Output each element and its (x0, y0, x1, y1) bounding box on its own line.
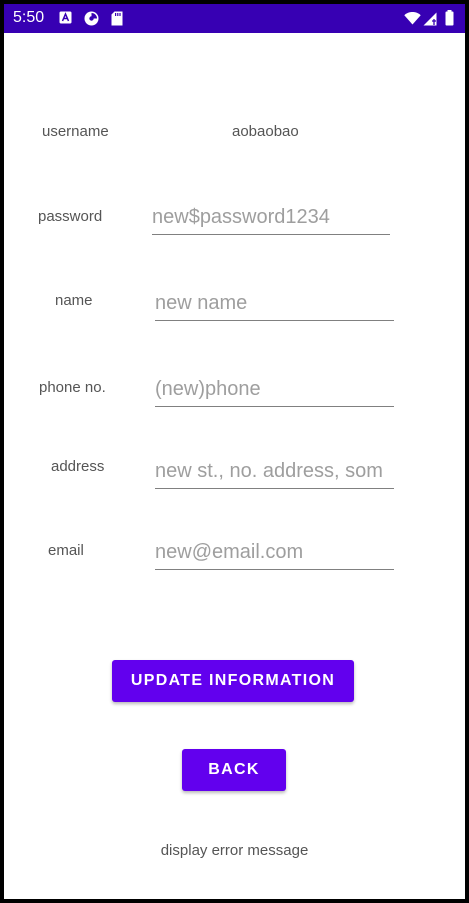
phone-field[interactable] (155, 377, 394, 407)
sd-card-icon (111, 11, 123, 26)
address-label: address (51, 458, 105, 475)
back-button[interactable]: BACK (182, 749, 286, 791)
signal-icon (423, 12, 437, 26)
email-field[interactable] (155, 540, 394, 570)
update-information-button[interactable]: UPDATE INFORMATION (112, 660, 354, 702)
data-saver-icon (84, 11, 99, 26)
phone-label: phone no. (39, 379, 106, 396)
name-field[interactable] (155, 291, 394, 321)
battery-icon (445, 10, 454, 26)
address-field[interactable] (155, 459, 394, 489)
password-field[interactable] (152, 205, 390, 235)
wifi-icon (404, 12, 421, 25)
username-value: aobaobao (232, 123, 299, 140)
app-screen: 5:50 username aobaobao password new$pass… (4, 4, 465, 899)
email-label: email (48, 542, 84, 559)
status-bar: 5:50 (4, 4, 465, 33)
password-label: password (38, 208, 103, 225)
name-label: name (55, 292, 93, 309)
notification-a-icon (59, 11, 72, 24)
status-time: 5:50 (13, 9, 45, 26)
username-label: username (42, 123, 109, 140)
error-message: display error message (160, 842, 309, 859)
